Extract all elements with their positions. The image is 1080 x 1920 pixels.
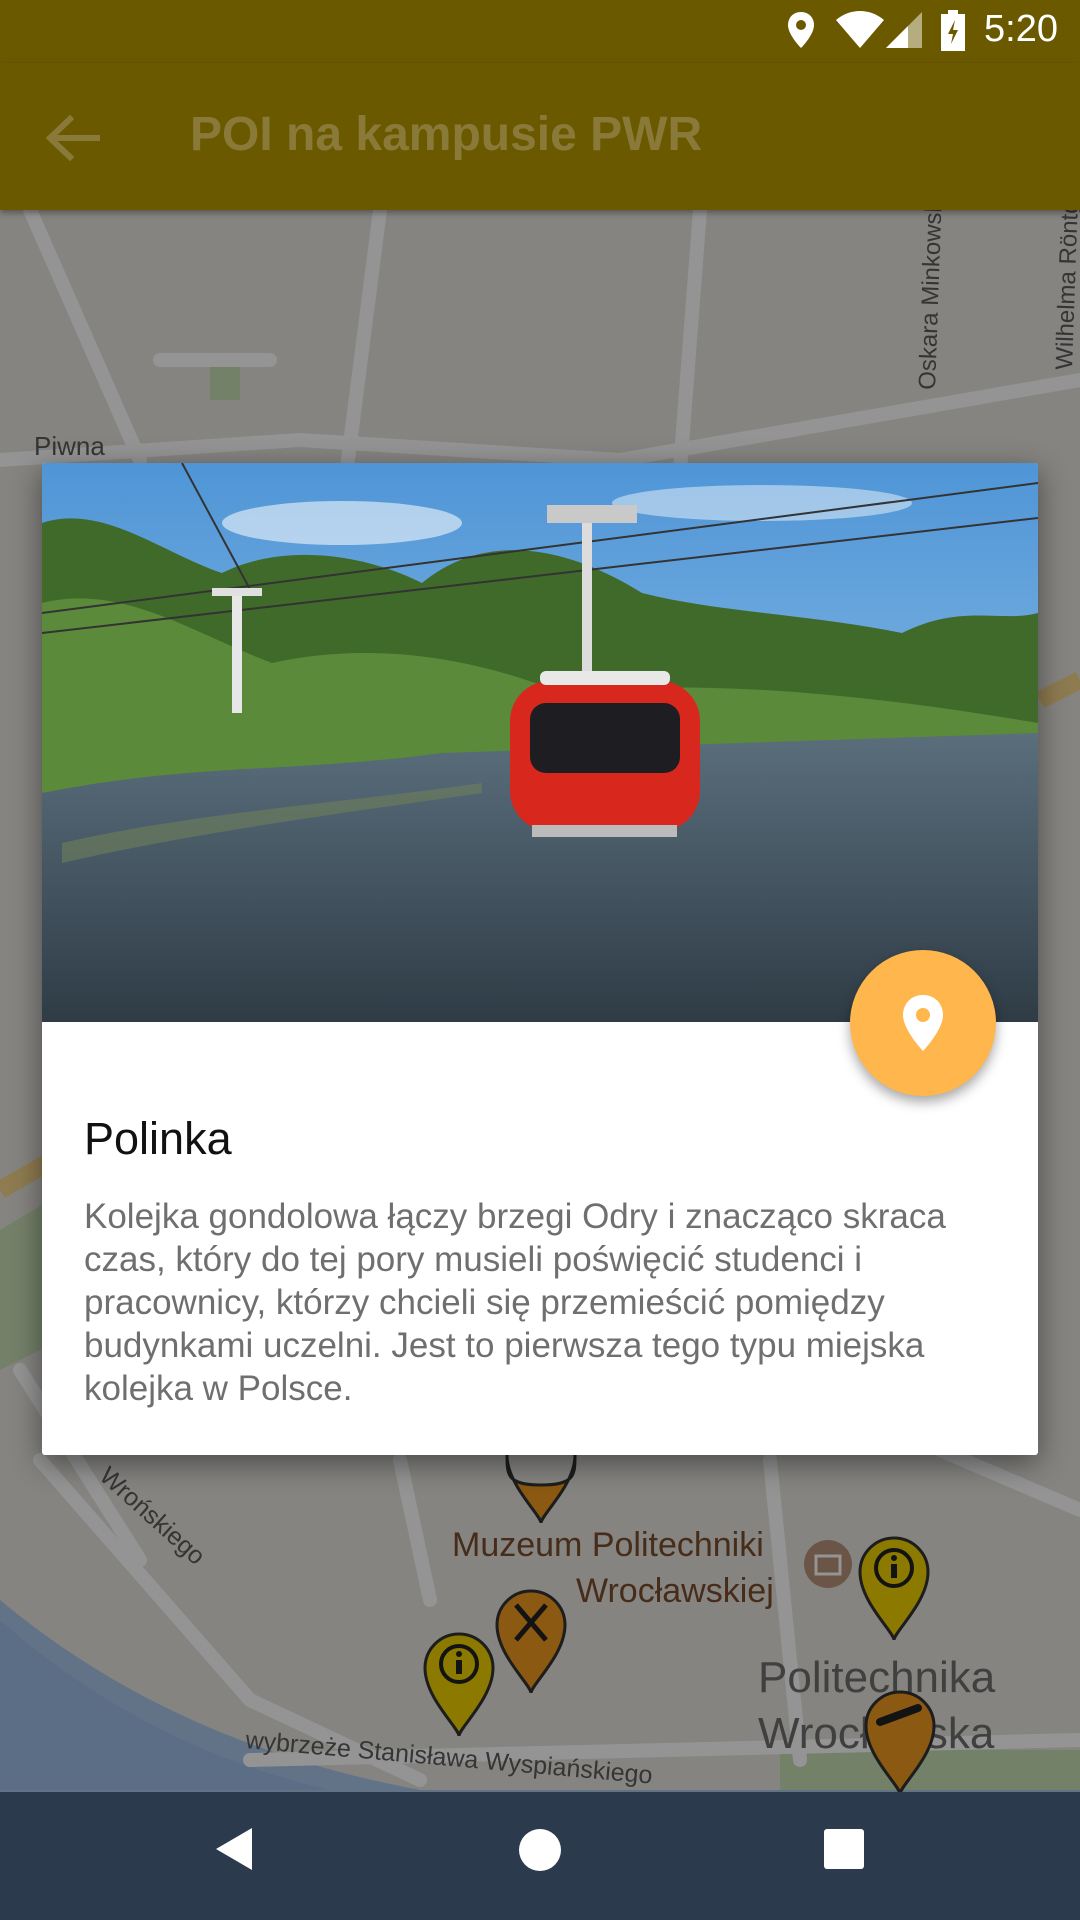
- battery-charging-icon: [941, 10, 965, 51]
- wifi-icon: [836, 11, 884, 48]
- signal-icon: [886, 12, 922, 48]
- show-on-map-button[interactable]: [850, 950, 996, 1096]
- page-title: POI na kampusie PWR: [190, 108, 703, 161]
- poi-description: Kolejka gondolowa łączy brzegi Odry i zn…: [84, 1197, 946, 1408]
- status-time: 5:20: [984, 8, 1058, 50]
- location-icon: [788, 12, 814, 48]
- status-bar: 5:20: [0, 0, 1080, 63]
- poi-image: [42, 463, 1038, 1022]
- location-pin-icon: [903, 995, 943, 1051]
- arrow-back-icon[interactable]: [46, 115, 100, 161]
- nav-recents-icon[interactable]: [824, 1829, 864, 1869]
- nav-home-icon[interactable]: [519, 1829, 561, 1871]
- nav-back-icon[interactable]: [214, 1826, 254, 1872]
- app-bar: POI na kampusie PWR: [0, 63, 1080, 210]
- poi-title: Polinka: [84, 1113, 232, 1164]
- poi-dialog: Polinka Kolejka gondolowa łączy brzegi O…: [42, 463, 1038, 1455]
- system-navigation-bar: [0, 1792, 1080, 1920]
